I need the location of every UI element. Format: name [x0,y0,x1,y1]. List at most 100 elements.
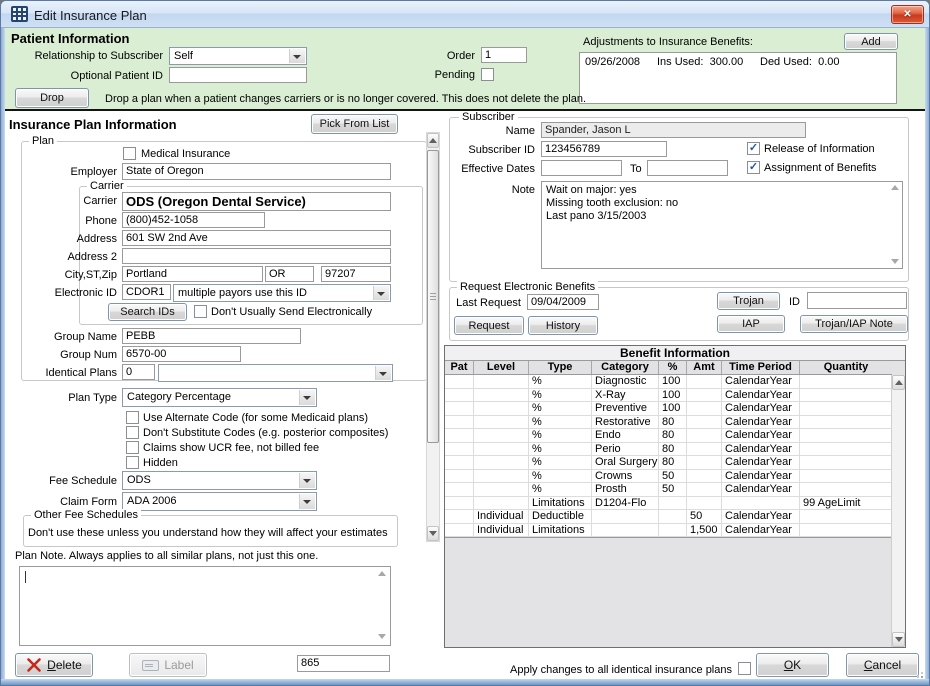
scroll-down-icon[interactable] [378,634,386,639]
cell-type: % [529,483,592,496]
iap-button[interactable]: IAP [717,315,785,333]
scrollbar-thumb[interactable] [427,150,439,443]
table-scrollbar[interactable] [891,375,905,647]
name-label: Name [506,125,535,137]
drop-button[interactable]: Drop [15,88,89,108]
table-row[interactable]: Limitations D1204-Flo 99 AgeLimit [445,497,892,511]
claims-ucr-fee-checkbox[interactable] [126,441,139,454]
left-panel-scrollbar[interactable] [426,132,440,542]
effective-to-field[interactable] [647,160,728,176]
city-field[interactable]: Portland [122,266,263,282]
adjustments-list[interactable]: 09/26/2008 Ins Used: 300.00 Ded Used: 0.… [579,52,897,104]
cell-time-period: CalendarYear [722,389,800,402]
scroll-down-icon[interactable] [891,259,899,264]
assignment-of-benefits-label: Assignment of Benefits [764,162,877,174]
pick-from-list-button[interactable]: Pick From List [311,114,398,134]
subscriber-id-field[interactable]: 123456789 [541,141,667,157]
cell-quantity [800,470,892,483]
release-of-information-checkbox[interactable]: ✓ [747,142,760,155]
cell-quantity: 99 AgeLimit [800,497,892,510]
title-bar[interactable]: Edit Insurance Plan ✕ [1,1,929,28]
scroll-down-button[interactable] [427,526,439,541]
table-row[interactable]: % Diagnostic 100 CalendarYear [445,375,892,389]
column-header-amt[interactable]: Amt [687,361,722,374]
cell-pat [445,389,474,402]
apply-identical-plans-checkbox[interactable] [738,662,751,675]
table-row[interactable]: % X-Ray 100 CalendarYear [445,389,892,403]
trojan-iap-note-button[interactable]: Trojan/IAP Note [800,315,908,333]
table-row[interactable]: % Oral Surgery 80 CalendarYear [445,456,892,470]
plan-type-combo[interactable]: Category Percentage [122,388,317,407]
table-row[interactable]: % Perio 80 CalendarYear [445,443,892,457]
use-alternate-code-checkbox[interactable] [126,411,139,424]
group-name-field[interactable]: PEBB [122,328,301,344]
table-scroll-up-button[interactable] [892,375,905,390]
plan-number-field[interactable]: 865 [297,655,390,672]
dont-substitute-codes-checkbox[interactable] [126,426,139,439]
column-header-category[interactable]: Category [592,361,659,374]
column-header-percent[interactable]: % [659,361,687,374]
identical-plans-combo[interactable] [158,364,393,382]
subscriber-note-textarea[interactable]: Wait on major: yes Missing tooth exclusi… [541,181,903,269]
last-request-field[interactable]: 09/04/2009 [527,294,599,310]
adjustment-row[interactable]: 09/26/2008 Ins Used: 300.00 Ded Used: 0.… [585,56,891,68]
label-button[interactable]: Label [129,653,207,677]
table-row[interactable]: Individual Deductible 50 CalendarYear [445,510,892,524]
address-field[interactable]: 601 SW 2nd Ave [122,230,391,246]
electronic-id-label: Electronic ID [55,287,117,299]
plan-note-textarea[interactable] [19,566,391,646]
cell-level [474,402,529,415]
trojan-id-field[interactable] [807,292,907,309]
group-num-field[interactable]: 6570-00 [122,346,241,362]
delete-button[interactable]: Delete [15,653,93,677]
cell-amt [687,483,722,496]
cell-time-period: CalendarYear [722,524,800,537]
zip-field[interactable]: 97207 [321,266,391,282]
table-row[interactable]: % Restorative 80 CalendarYear [445,416,892,430]
table-row[interactable]: Individual Limitations 1,500 CalendarYea… [445,524,892,538]
scroll-up-icon[interactable] [378,571,386,576]
optional-patient-id-field[interactable] [169,67,307,83]
employer-field[interactable]: State of Oregon [122,163,391,180]
hidden-checkbox[interactable] [126,456,139,469]
medical-insurance-checkbox[interactable] [123,147,136,160]
fee-schedule-combo[interactable]: ODS [122,471,317,490]
column-header-time-period[interactable]: Time Period [722,361,800,374]
add-button[interactable]: Add [844,33,898,50]
phone-field[interactable]: (800)452-1058 [122,212,265,228]
trojan-button[interactable]: Trojan [717,292,780,310]
electronic-id-field[interactable]: CDOR1 [122,284,171,300]
table-row[interactable]: % Prosth 50 CalendarYear [445,483,892,497]
identical-plans-field[interactable]: 0 [122,364,155,380]
column-header-pat[interactable]: Pat [445,361,474,374]
table-row[interactable]: % Preventive 100 CalendarYear [445,402,892,416]
ok-button[interactable]: OK [756,653,829,677]
table-row[interactable]: % Crowns 50 CalendarYear [445,470,892,484]
order-field[interactable]: 1 [481,47,527,63]
claim-form-combo[interactable]: ADA 2006 [122,492,317,511]
history-button[interactable]: History [528,316,598,335]
state-field[interactable]: OR [265,266,314,282]
close-button[interactable]: ✕ [891,5,924,24]
relationship-combo[interactable]: Self [169,47,307,65]
pending-checkbox[interactable] [481,68,494,81]
column-header-type[interactable]: Type [529,361,592,374]
column-header-quantity[interactable]: Quantity [800,361,892,374]
scroll-up-icon[interactable] [891,185,899,190]
effective-dates-label: Effective Dates [461,163,535,175]
table-scroll-down-button[interactable] [892,632,905,647]
dont-send-checkbox[interactable] [194,305,207,318]
assignment-of-benefits-checkbox[interactable]: ✓ [747,161,760,174]
carrier-field[interactable]: ODS (Oregon Dental Service) [122,192,391,211]
scroll-up-button[interactable] [427,133,439,148]
address2-field[interactable] [122,248,391,264]
effective-from-field[interactable] [541,160,622,176]
payor-combo[interactable]: multiple payors use this ID [173,284,391,302]
cancel-button[interactable]: Cancel [846,653,919,677]
request-button[interactable]: Request [454,316,524,335]
grid-icon [11,6,28,22]
search-ids-button[interactable]: Search IDs [108,303,187,321]
cell-level [474,483,529,496]
column-header-level[interactable]: Level [474,361,529,374]
table-row[interactable]: % Endo 80 CalendarYear [445,429,892,443]
